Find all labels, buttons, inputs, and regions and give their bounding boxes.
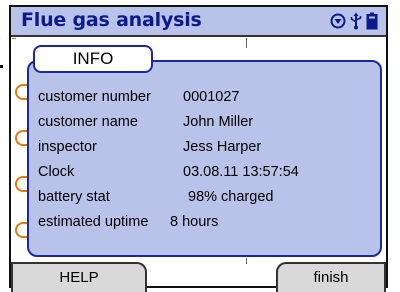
title-bar: Flue gas analysis [11, 7, 386, 37]
info-row-estimated-uptime: estimated uptime 8 hours [38, 211, 378, 236]
status-icons [330, 11, 378, 31]
info-value: 03.08.11 13:57:54 [183, 164, 299, 180]
info-dialog-title: INFO [72, 49, 114, 68]
info-label: Clock [38, 164, 75, 180]
info-value: 98% charged [188, 189, 274, 205]
info-label: customer name [38, 114, 138, 130]
help-button[interactable]: HELP [11, 262, 147, 292]
battery-icon [366, 12, 378, 30]
column-divider [246, 38, 247, 48]
finish-button[interactable]: finish [276, 262, 386, 292]
info-list: customer number 0001027 customer name Jo… [38, 86, 378, 236]
info-row-clock: Clock 03.08.11 13:57:54 [38, 161, 378, 186]
list-marker [15, 130, 27, 146]
list-marker [15, 222, 27, 238]
info-row-battery-stat: battery stat 98% charged [38, 186, 378, 211]
info-value: 8 hours [170, 214, 219, 230]
info-dialog-tab: INFO [33, 45, 153, 73]
info-label: inspector [38, 139, 97, 155]
column-divider [246, 258, 247, 264]
info-row-inspector: inspector Jess Harper [38, 136, 378, 161]
stray-pixel [0, 65, 3, 68]
list-marker [15, 84, 27, 100]
usb-icon [349, 12, 363, 30]
info-label: estimated uptime [38, 214, 149, 230]
info-value: 0001027 [183, 89, 240, 105]
info-label: customer number [38, 89, 151, 105]
list-marker-tick [12, 38, 16, 39]
down-arrow-circle-icon [330, 13, 346, 29]
list-marker [15, 176, 27, 192]
info-value: Jess Harper [183, 139, 262, 155]
info-row-customer-name: customer name John Miller [38, 111, 378, 136]
device-screen: Flue gas analysis INFO customer number 0… [0, 0, 400, 292]
info-value: John Miller [183, 114, 254, 130]
info-row-customer-number: customer number 0001027 [38, 86, 378, 111]
info-label: battery stat [38, 189, 110, 205]
page-title: Flue gas analysis [21, 9, 202, 31]
